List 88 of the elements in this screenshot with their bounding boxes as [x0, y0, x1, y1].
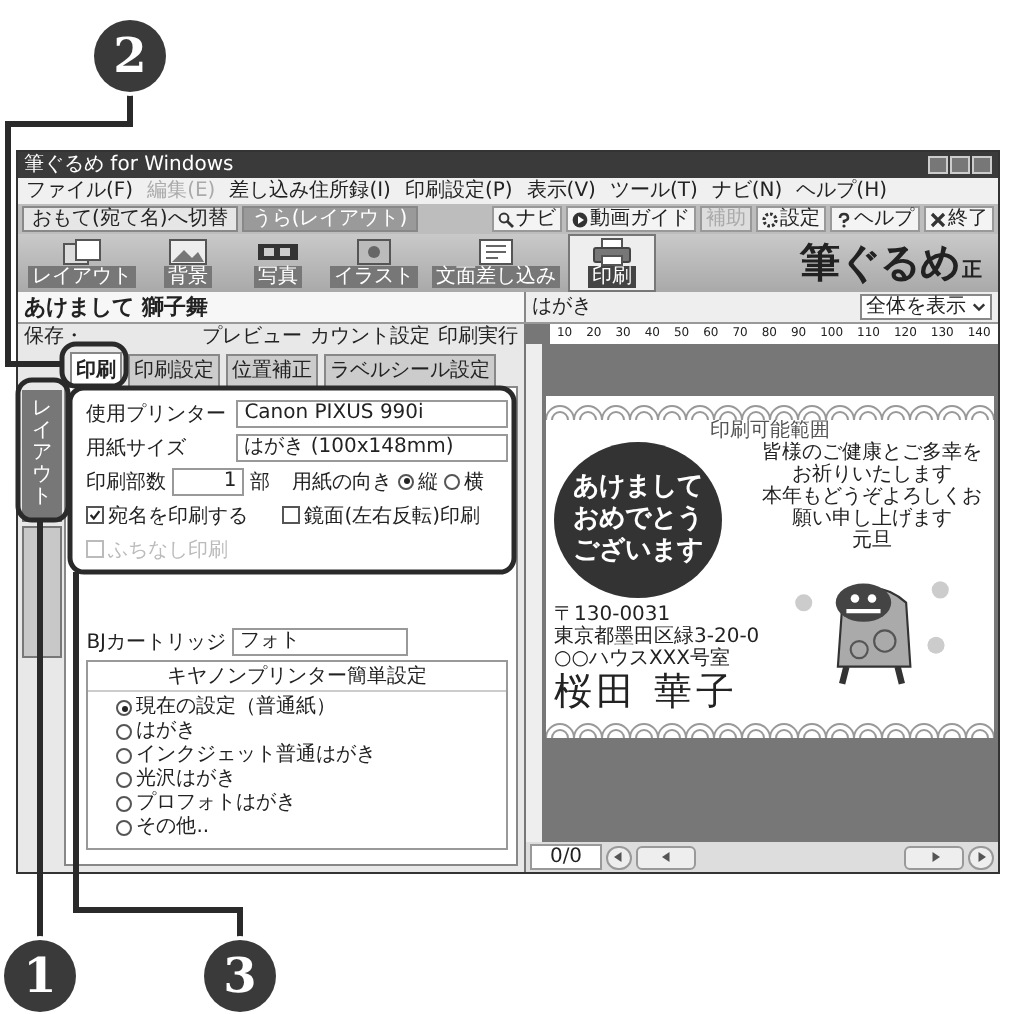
triangle-left-icon [614, 852, 624, 862]
message-text: 元旦 [852, 530, 892, 552]
checkbox[interactable]: 鏡面(左右反転)印刷 [282, 501, 480, 529]
page-field[interactable]: 0/0 [530, 844, 602, 870]
preview-title: はがき [532, 295, 592, 319]
tool-button[interactable]: 写真 [234, 234, 322, 292]
menu-item[interactable]: 表示(V) [526, 179, 596, 203]
preset-radio[interactable]: プロフォトはがき [116, 792, 490, 816]
field-label: 用紙の向き [292, 469, 393, 495]
menu-item[interactable]: ツール(T) [609, 179, 698, 203]
document-title: あけまして 獅子舞 [24, 294, 208, 320]
orientation-radio[interactable]: 横 [444, 467, 485, 495]
toolbar-button[interactable]: 設定 [756, 206, 826, 232]
callout-number: 3 [204, 940, 276, 1012]
address-text: ○○ハウスXXX号室 [554, 648, 733, 670]
tool-button[interactable]: レイアウト [22, 234, 142, 292]
menu-item[interactable]: ファイル(F) [26, 179, 134, 203]
cards-icon [58, 238, 106, 266]
menu-item[interactable]: 印刷設定(P) [404, 179, 513, 203]
sender-name: 桜田 華子 [554, 670, 741, 714]
triangle-left-icon [661, 852, 671, 862]
unit-label: 部 [250, 469, 271, 495]
last-page-button[interactable] [968, 845, 994, 869]
preset-radio[interactable]: はがき [116, 720, 490, 744]
cartridge-dropdown[interactable]: フォト [232, 627, 408, 655]
toolbar-button[interactable]: ナビ [492, 206, 562, 232]
print-tab[interactable]: 印刷 [70, 352, 122, 386]
zoom-dropdown[interactable]: 全体を表示 [860, 294, 992, 320]
preset-radio[interactable]: インクジェット普通はがき [116, 744, 490, 768]
minimize-button[interactable] [928, 156, 948, 174]
printer-dropdown[interactable]: Canon PIXUS 990i [236, 399, 508, 427]
side-tab[interactable]: レイアウト [22, 390, 62, 522]
address-text: 〒130-0031 [554, 604, 673, 626]
print-tab[interactable]: 印刷設定 [128, 354, 220, 386]
action-button[interactable]: 印刷実行 [436, 326, 520, 350]
preset-radio[interactable]: 現在の設定（普通紙） [116, 696, 490, 720]
menu-item[interactable]: ヘルプ(H) [796, 179, 887, 203]
landscape-icon [164, 238, 212, 266]
area-label: 印刷可能範囲 [710, 420, 830, 442]
photo-strip-icon [254, 238, 302, 266]
next-page-button[interactable] [904, 845, 964, 869]
field-label: 使用プリンター [86, 401, 229, 427]
paper-size-dropdown[interactable]: はがき (100x148mm) [236, 433, 508, 461]
field-label: 印刷部数 [86, 469, 167, 495]
action-button[interactable]: カウント設定 [308, 326, 432, 350]
field-label: 用紙サイズ [86, 435, 189, 461]
preset-radio[interactable]: その他.. [116, 816, 490, 840]
search-icon [498, 211, 514, 227]
triangle-right-icon [929, 852, 939, 862]
callout-number: 2 [94, 20, 166, 92]
preset-radio[interactable]: 光沢はがき [116, 768, 490, 792]
toolbar-button[interactable]: 終了 [924, 206, 994, 232]
message-text: 皆様のご健康とご多幸をお祈りいたします [760, 442, 984, 486]
print-tab[interactable]: ラベルシール設定 [324, 354, 496, 386]
printer-icon [588, 238, 636, 266]
settings-icon [762, 211, 778, 227]
action-button[interactable]: プレビュー [200, 326, 304, 350]
triangle-right-icon [976, 852, 986, 862]
chevron-down-icon [972, 300, 986, 314]
close-button[interactable] [972, 156, 992, 174]
message-text: 本年もどうぞよろしくお願い申し上げます [760, 486, 984, 530]
tool-button[interactable]: 文面差し込み [426, 234, 566, 292]
tool-button[interactable]: イラスト [324, 234, 424, 292]
checkbox[interactable]: 宛名を印刷する [86, 501, 249, 529]
copies-spinner[interactable]: 1 [172, 467, 245, 495]
menu-item[interactable]: 差し込み住所録(I) [229, 179, 391, 203]
toolbar-button[interactable]: 動画ガイド [566, 206, 696, 232]
field-label: BJカートリッジ [86, 629, 226, 655]
callout-number: 1 [4, 940, 76, 1012]
mode-tab[interactable]: おもて(宛て名)へ切替 [22, 206, 238, 232]
toolbar-button[interactable]: ヘルプ [830, 206, 920, 232]
help-icon [836, 211, 852, 227]
play-icon [572, 211, 588, 227]
group-title: キヤノンプリンター簡単設定 [88, 664, 506, 692]
app-logo: 筆ぐるめ正 [800, 236, 984, 290]
close-icon [930, 211, 946, 227]
save-button[interactable]: 保存・ [22, 326, 86, 350]
previous-page-button[interactable] [636, 845, 696, 869]
greeting-badge: あけまして おめでとう ございます [554, 442, 722, 598]
menu-item[interactable]: ナビ(N) [711, 179, 783, 203]
tool-button[interactable]: 印刷 [568, 234, 656, 292]
tool-button[interactable]: 背景 [144, 234, 232, 292]
first-page-button[interactable] [606, 845, 632, 869]
window-title: 筆ぐるめ for Windows [24, 153, 234, 177]
print-tab[interactable]: 位置補正 [226, 354, 318, 386]
checkmark-icon [88, 508, 103, 522]
maximize-button[interactable] [950, 156, 970, 174]
orientation-radio[interactable]: 縦 [398, 467, 439, 495]
